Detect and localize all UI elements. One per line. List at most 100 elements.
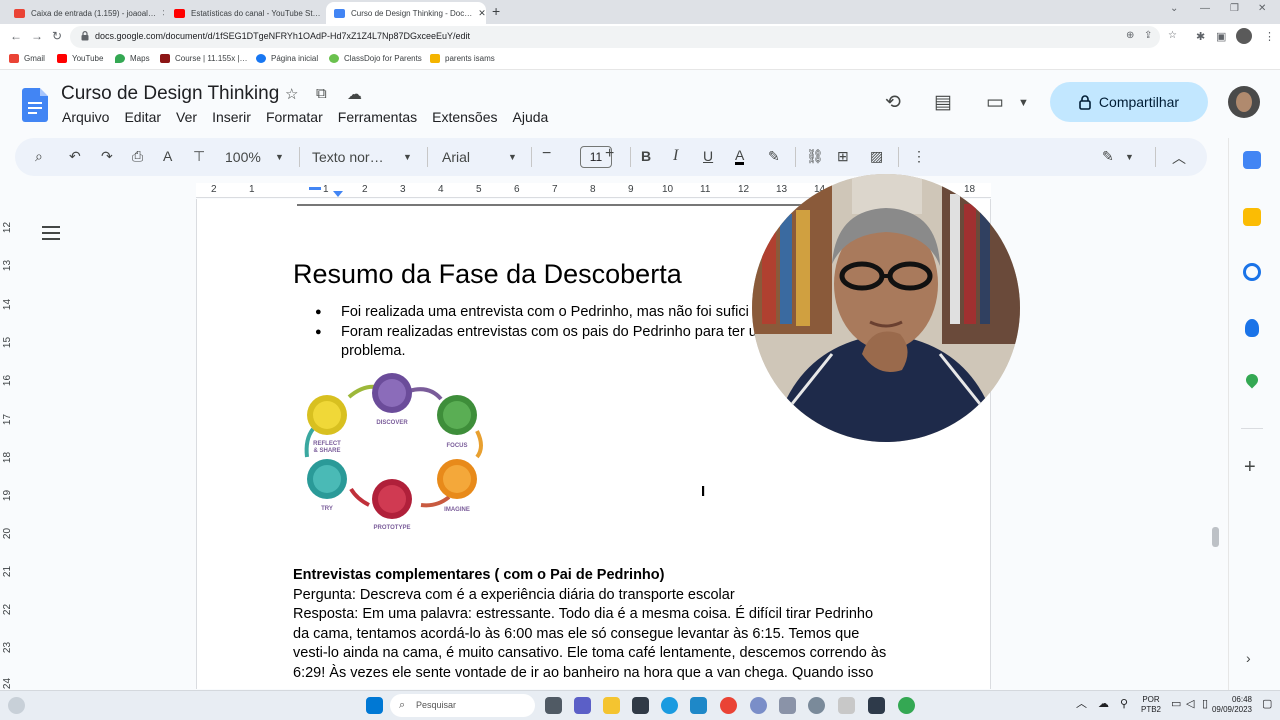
print-icon[interactable]: ⎙: [132, 148, 143, 165]
omnibox[interactable]: docs.google.com/document/d/1fSEG1DTgeNFR…: [70, 26, 1177, 48]
bullet-list[interactable]: Foi realizada uma entrevista com o Pedri…: [315, 303, 757, 362]
increase-font-size-button[interactable]: +: [605, 145, 614, 163]
search-menus-icon[interactable]: ⌕: [35, 148, 43, 165]
decrease-font-size-button[interactable]: −: [542, 145, 551, 163]
italic-icon[interactable]: I: [673, 147, 678, 165]
forward-button[interactable]: →: [31, 29, 43, 43]
underline-icon[interactable]: U: [703, 148, 713, 164]
close-icon[interactable]: ✕: [156, 8, 164, 19]
design-thinking-cycle-diagram[interactable]: DISCOVER FOCUS IMAGINE PROTOTYPE TRY REF…: [299, 369, 494, 534]
share-page-icon[interactable]: ⇪: [1144, 30, 1152, 41]
extensions-icon[interactable]: ✱: [1196, 30, 1205, 43]
first-line-indent-marker[interactable]: [333, 191, 343, 197]
paint-format-icon[interactable]: ⊤: [193, 148, 205, 165]
volume-icon[interactable]: ◁: [1186, 699, 1194, 710]
bookmark-course[interactable]: Course | 11.155x |…: [160, 54, 248, 63]
scrollbar-thumb[interactable]: [1212, 527, 1219, 547]
account-avatar[interactable]: [1228, 86, 1260, 118]
restore-button[interactable]: ❐: [1230, 3, 1239, 14]
chevron-down-icon[interactable]: ⌄: [1170, 3, 1178, 14]
network-icon[interactable]: ▭: [1171, 699, 1181, 710]
minimize-button[interactable]: —: [1200, 3, 1210, 14]
question-text[interactable]: Pergunta: Descreva com é a experiência d…: [293, 586, 903, 606]
r-app-icon[interactable]: [808, 697, 825, 714]
left-indent-marker[interactable]: [309, 187, 321, 193]
document-title[interactable]: Curso de Design Thinking: [61, 83, 279, 105]
url-text[interactable]: docs.google.com/document/d/1fSEG1DTgeNFR…: [95, 31, 470, 41]
editing-mode-icon[interactable]: ✎: [1102, 148, 1114, 165]
bullet-item[interactable]: Foram realizadas entrevistas com os pais…: [315, 323, 757, 343]
cloud-status-icon[interactable]: ☁: [347, 85, 362, 103]
spellcheck-icon[interactable]: A: [163, 148, 172, 164]
more-options-icon[interactable]: ⋮: [912, 148, 926, 165]
section-heading[interactable]: Resumo da Fase da Descoberta: [293, 259, 682, 290]
menu-kebab-icon[interactable]: ⋮: [1264, 30, 1275, 43]
task-view-icon[interactable]: [545, 697, 562, 714]
notepad-icon[interactable]: [838, 697, 855, 714]
star-icon[interactable]: ☆: [285, 85, 298, 103]
notifications-icon[interactable]: ▢: [1262, 699, 1272, 710]
show-side-panel-icon[interactable]: ›: [1246, 650, 1251, 666]
undo-icon[interactable]: ↶: [69, 148, 81, 165]
docs-logo-icon[interactable]: [22, 88, 48, 122]
settings-icon[interactable]: [750, 697, 767, 714]
start-icon[interactable]: [366, 697, 383, 714]
share-button[interactable]: Compartilhar: [1050, 82, 1208, 122]
bookmark-maps[interactable]: Maps: [115, 54, 150, 63]
bullet-item[interactable]: Foi realizada uma entrevista com o Pedri…: [315, 303, 757, 323]
menu-extensoes[interactable]: Extensões: [432, 109, 497, 125]
store-icon[interactable]: [632, 697, 649, 714]
zoom-icon[interactable]: ⊕: [1126, 30, 1134, 41]
back-button[interactable]: ←: [10, 29, 22, 43]
profile-avatar[interactable]: [1236, 28, 1252, 44]
vertical-ruler[interactable]: 12 13 14 15 16 17 18 19 20 21 22 23 24: [0, 200, 18, 690]
answer-line[interactable]: vesti-lo ainda na cama, é muito cansativ…: [293, 644, 903, 664]
comments-icon[interactable]: ▤: [934, 91, 952, 114]
side-panel-icon[interactable]: ▣: [1216, 30, 1226, 43]
bookmark-star-icon[interactable]: ☆: [1168, 30, 1177, 41]
bookmark-gmail[interactable]: Gmail: [9, 54, 45, 63]
battery-icon[interactable]: ▯: [1202, 699, 1208, 710]
chrome-icon[interactable]: [720, 697, 737, 714]
version-history-icon[interactable]: ⟲: [885, 91, 901, 114]
reload-button[interactable]: ↻: [52, 29, 62, 43]
menu-editar[interactable]: Editar: [124, 109, 161, 125]
style-select[interactable]: Texto nor…: [312, 149, 384, 165]
close-icon[interactable]: ✕: [472, 8, 486, 19]
keep-icon[interactable]: [1243, 208, 1261, 226]
menu-formatar[interactable]: Formatar: [266, 109, 323, 125]
tab-google-docs[interactable]: Curso de Design Thinking - Doc… ✕: [326, 2, 486, 24]
bullet-continuation[interactable]: problema.: [315, 342, 757, 362]
answer-line[interactable]: da cama, tentamos acordá-lo às 6:00 mas …: [293, 625, 903, 645]
get-addons-icon[interactable]: +: [1244, 456, 1256, 479]
microphone-icon[interactable]: ⚲: [1120, 699, 1128, 710]
menu-ajuda[interactable]: Ajuda: [513, 109, 549, 125]
insert-link-icon[interactable]: ⛓: [806, 148, 824, 165]
redo-icon[interactable]: ↷: [101, 148, 113, 165]
answer-line[interactable]: 6:29! Às vezes ele sente vontade de ir a…: [293, 664, 903, 684]
bold-icon[interactable]: B: [641, 148, 651, 164]
bookmark-classdojo[interactable]: ClassDojo for Parents: [329, 54, 422, 63]
bookmark-youtube[interactable]: YouTube: [57, 54, 103, 63]
app-icon[interactable]: [779, 697, 796, 714]
taskbar-search[interactable]: ⌕ Pesquisar: [390, 694, 535, 717]
maps-icon[interactable]: [1243, 371, 1261, 389]
new-tab-button[interactable]: +: [492, 3, 500, 19]
tab-gmail[interactable]: Caixa de entrada (1.159) - joaoal… ✕: [6, 2, 164, 24]
bookmark-facebook[interactable]: Página inicial: [256, 54, 318, 63]
close-window-button[interactable]: ✕: [1258, 3, 1266, 14]
language-indicator[interactable]: POR PTB2: [1141, 695, 1161, 715]
answer-line[interactable]: Resposta: Em uma palavra: estressante. T…: [293, 605, 903, 625]
collapse-menus-icon[interactable]: ︿: [1172, 148, 1186, 168]
text-color-icon[interactable]: A: [735, 148, 745, 165]
arduino-icon[interactable]: [690, 697, 707, 714]
highlight-icon[interactable]: ✎: [768, 148, 780, 165]
file-explorer-icon[interactable]: [603, 697, 620, 714]
chevron-down-icon[interactable]: ▼: [1125, 152, 1134, 162]
menu-ver[interactable]: Ver: [176, 109, 197, 125]
meet-video-icon[interactable]: ▭: [986, 91, 1004, 114]
edge-icon[interactable]: [661, 697, 678, 714]
chevron-down-icon[interactable]: ▼: [403, 152, 412, 162]
insert-image-icon[interactable]: ▨: [870, 148, 883, 165]
clock[interactable]: 06:48 09/09/2023: [1210, 695, 1252, 715]
